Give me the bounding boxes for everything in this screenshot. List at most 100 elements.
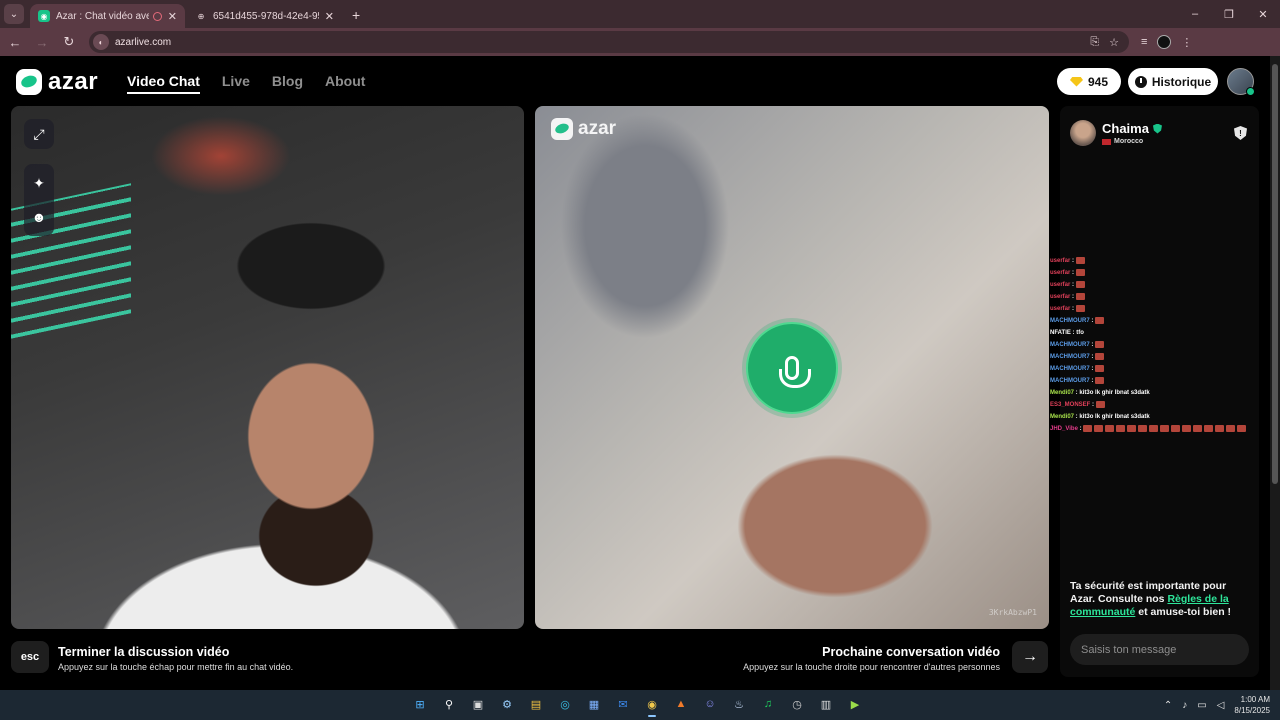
azar-favicon-icon: ◉ xyxy=(38,10,50,22)
omnibox[interactable]: ◐ azarlive.com ⎘ ☆ xyxy=(89,31,1129,53)
fullscreen-toggle-icon[interactable]: ⤢ xyxy=(24,119,54,149)
emote-icon xyxy=(1160,424,1170,432)
profile-avatar-icon[interactable] xyxy=(1157,35,1172,49)
taskbar-apps: ⊞ ⚲ ▣ ⚙ ▤ ◎ ▦ ✉ ◉ ▲ ☺ ♨ ♫ ◷ ▥ ▶ xyxy=(410,694,865,717)
peer-country: Morocco xyxy=(1114,138,1144,145)
user-avatar[interactable] xyxy=(1227,68,1255,96)
file-explorer-icon[interactable]: ▤ xyxy=(526,694,546,714)
stream-chat-line: userfar : xyxy=(1050,279,1270,291)
microphone-button[interactable] xyxy=(746,322,838,414)
watermark-text: azar xyxy=(578,118,617,139)
verified-shield-icon xyxy=(1152,123,1162,134)
tab-second[interactable]: ⊕ 6541d455-978d-42e4-95a3-fb ✕ xyxy=(187,4,342,28)
scrollbar-thumb[interactable] xyxy=(1272,64,1278,484)
emote-icon xyxy=(1204,424,1214,432)
reload-button[interactable]: ↻ xyxy=(57,30,81,54)
minimize-button[interactable]: – xyxy=(1178,0,1212,28)
outlook-icon[interactable]: ✉ xyxy=(613,694,633,714)
history-label: Historique xyxy=(1151,74,1212,89)
back-button[interactable]: ← xyxy=(3,30,27,54)
morocco-flag-icon xyxy=(1102,138,1111,145)
azar-logo[interactable]: azar xyxy=(16,68,98,96)
recording-indicator-icon xyxy=(152,11,162,21)
emote-icon xyxy=(1237,424,1247,432)
task-view-icon[interactable]: ▣ xyxy=(468,694,488,714)
media-controls-icon[interactable]: ≡ xyxy=(1141,36,1147,48)
peer-country-row: Morocco xyxy=(1102,138,1162,145)
close-window-button[interactable]: ✕ xyxy=(1246,0,1280,28)
maximize-button[interactable]: ❐ xyxy=(1212,0,1246,28)
store-icon[interactable]: ▦ xyxy=(584,694,604,714)
site-info-icon[interactable]: ◐ xyxy=(93,34,109,50)
nav-live[interactable]: Live xyxy=(222,73,250,94)
close-tab-icon[interactable]: ✕ xyxy=(325,10,334,23)
stream-chat-username: userfar xyxy=(1050,294,1071,300)
microphone-icon xyxy=(779,356,811,388)
history-button[interactable]: Historique xyxy=(1128,68,1218,95)
vpn-app-icon[interactable]: ▲ xyxy=(671,694,691,714)
video-session-id: 3KrkAbzwP1 xyxy=(988,608,1037,617)
sparkle-effects-icon[interactable]: ✦ xyxy=(24,168,54,198)
settings-gear-icon[interactable]: ⚙ xyxy=(497,694,517,714)
stream-chat-overlay: userfar : userfar : userfar : userfar : … xyxy=(1050,255,1270,435)
emote-icon xyxy=(1149,424,1159,432)
stream-chat-line: ES3_MONSEF : xyxy=(1050,399,1270,411)
close-tab-icon[interactable]: ✕ xyxy=(168,10,177,23)
peer-info[interactable]: Chaima Morocco xyxy=(1070,120,1162,146)
new-tab-button[interactable]: + xyxy=(352,7,360,23)
nav-video-chat[interactable]: Video Chat xyxy=(127,73,200,94)
end-chat-title: Terminer la discussion vidéo xyxy=(58,645,230,659)
volume-icon[interactable]: ◁ xyxy=(1217,700,1225,711)
emote-icon xyxy=(1083,424,1093,432)
stream-chat-line: userfar : xyxy=(1050,291,1270,303)
chrome-icon[interactable]: ◉ xyxy=(642,694,662,717)
gems-balance-button[interactable]: 945 xyxy=(1057,68,1121,95)
install-app-icon[interactable]: ⎘ xyxy=(1090,36,1099,49)
face-filter-icon[interactable]: ☻ xyxy=(24,202,54,232)
nav-blog[interactable]: Blog xyxy=(272,73,303,94)
emote-icon xyxy=(1182,424,1192,432)
emote-icon xyxy=(1075,280,1085,288)
search-icon[interactable]: ⚲ xyxy=(439,694,459,714)
stream-chat-separator: : xyxy=(1070,270,1076,276)
emote-icon xyxy=(1095,376,1105,384)
emote-icon xyxy=(1095,364,1105,372)
emote-icon xyxy=(1075,268,1085,276)
stream-chat-username: MACHMOUR7 xyxy=(1050,378,1090,384)
safety-notice: Ta sécurité est importante pour Azar. Co… xyxy=(1070,580,1250,619)
stream-chat-separator: : xyxy=(1070,258,1076,264)
discord-icon[interactable]: ☺ xyxy=(700,694,720,714)
emote-icon xyxy=(1094,424,1104,432)
report-shield-icon[interactable]: ! xyxy=(1234,126,1247,140)
forward-button[interactable]: → xyxy=(30,30,54,54)
emote-icon xyxy=(1095,340,1105,348)
emote-icon xyxy=(1226,424,1236,432)
steam-icon[interactable]: ♨ xyxy=(729,694,749,714)
system-clock[interactable]: 1:00 AM 8/15/2025 xyxy=(1234,694,1270,716)
next-chat-button[interactable]: → xyxy=(1012,641,1048,673)
recording-app-icon[interactable]: ◷ xyxy=(787,694,807,714)
tray-chevron-icon[interactable]: ⌃ xyxy=(1164,700,1172,711)
stream-chat-username: MACHMOUR7 xyxy=(1050,342,1090,348)
calculator-icon[interactable]: ▥ xyxy=(816,694,836,714)
esc-key-button[interactable]: esc xyxy=(11,641,49,673)
stream-chat-line: Mendi07 : kit3o lk ghir lbnat s3datk xyxy=(1050,411,1270,423)
tray-mic-icon[interactable]: ♪ xyxy=(1182,700,1187,711)
message-input[interactable] xyxy=(1070,634,1249,665)
menu-dots-icon[interactable]: ⋮ xyxy=(1181,36,1192,49)
kick-app-icon[interactable]: ▶ xyxy=(845,694,865,714)
page-scrollbar[interactable] xyxy=(1270,56,1280,690)
network-icon[interactable]: ▭ xyxy=(1197,700,1206,711)
tab-search-button[interactable]: ⌄ xyxy=(4,4,24,24)
window-controls: – ❐ ✕ xyxy=(1178,0,1280,28)
spotify-icon[interactable]: ♫ xyxy=(758,694,778,714)
nav-about[interactable]: About xyxy=(325,73,365,94)
tab-title: Azar : Chat vidéo avec de n xyxy=(56,10,149,22)
bookmark-star-icon[interactable]: ☆ xyxy=(1109,36,1119,49)
tab-azar[interactable]: ◉ Azar : Chat vidéo avec de n ✕ xyxy=(30,4,185,28)
windows-start-icon[interactable]: ⊞ xyxy=(410,694,430,714)
emote-icon xyxy=(1075,256,1085,264)
emote-icon xyxy=(1075,304,1085,312)
azar-page: azar Video Chat Live Blog About 945 Hist… xyxy=(0,56,1270,690)
edge-browser-icon[interactable]: ◎ xyxy=(555,694,575,714)
